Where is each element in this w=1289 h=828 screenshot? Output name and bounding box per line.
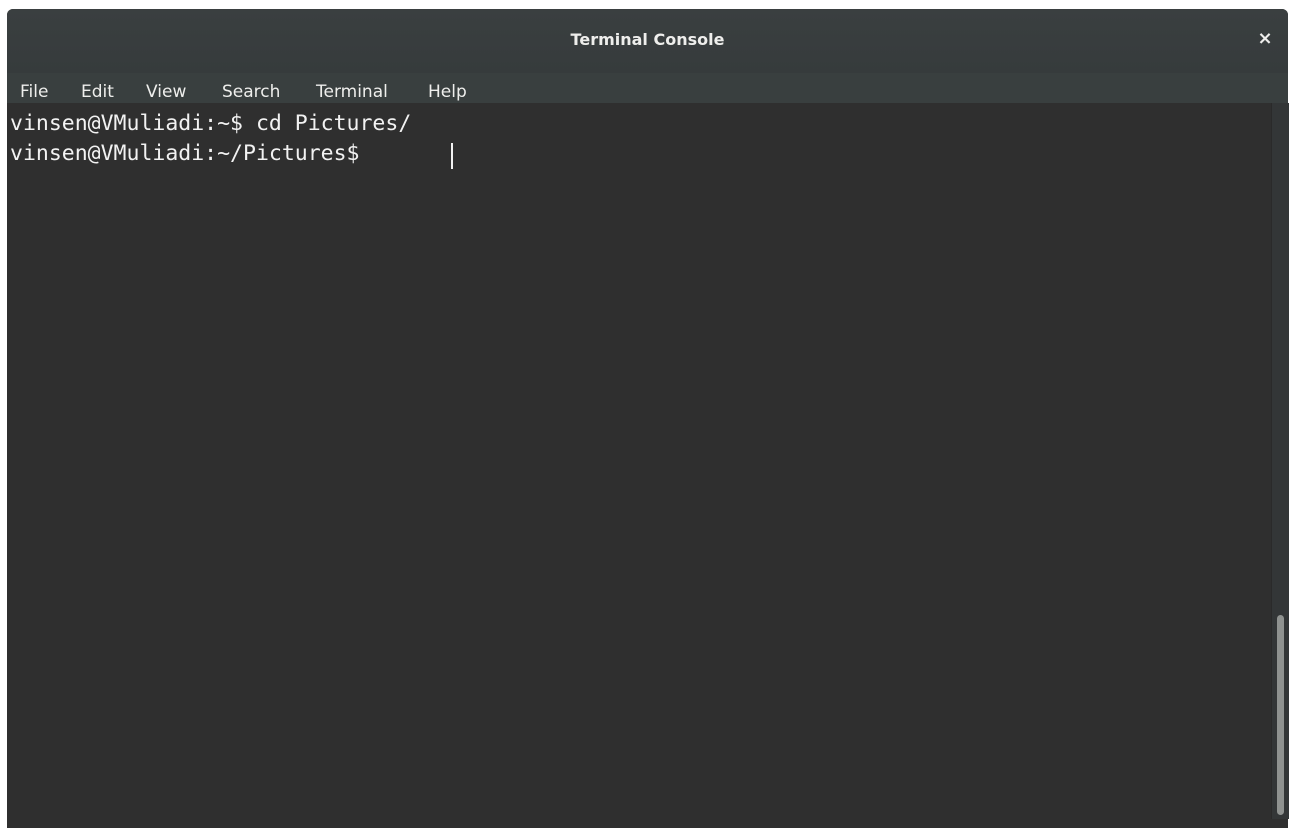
menu-item-file[interactable]: File <box>20 79 48 105</box>
menu-item-terminal[interactable]: Terminal <box>316 79 388 105</box>
terminal-line: vinsen@VMuliadi:~/Pictures$ <box>10 141 373 166</box>
terminal-line: vinsen@VMuliadi:~$ cd Pictures/ <box>10 111 412 136</box>
scrollbar-thumb[interactable] <box>1277 615 1284 815</box>
vertical-scrollbar[interactable] <box>1271 103 1289 819</box>
menu-item-help[interactable]: Help <box>428 79 467 105</box>
close-icon[interactable]: × <box>1254 28 1276 50</box>
title-bar[interactable]: Terminal Console × <box>7 9 1288 73</box>
terminal-output[interactable]: vinsen@VMuliadi:~$ cd Pictures/ vinsen@V… <box>7 103 1271 819</box>
window-title: Terminal Console <box>570 30 725 49</box>
text-cursor <box>451 143 453 169</box>
menu-item-search[interactable]: Search <box>222 79 280 105</box>
menu-item-edit[interactable]: Edit <box>81 79 114 105</box>
menu-item-view[interactable]: View <box>146 79 186 105</box>
